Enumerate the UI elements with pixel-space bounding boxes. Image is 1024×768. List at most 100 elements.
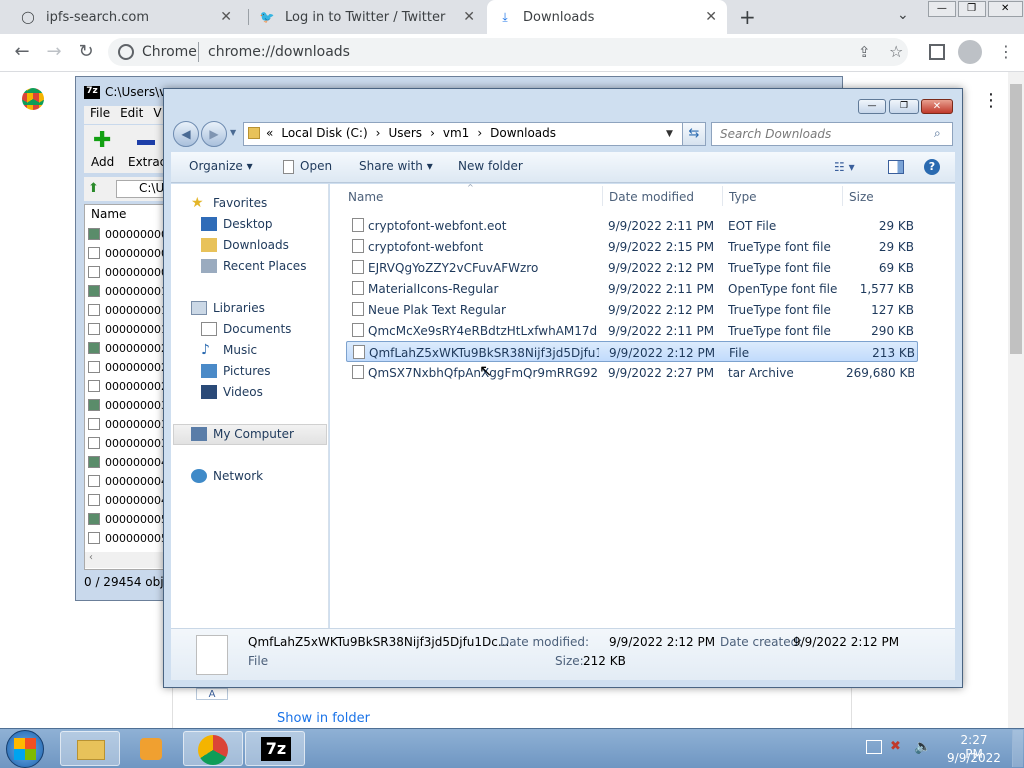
breadcrumb-separator[interactable]: › [477, 126, 482, 140]
volume-icon[interactable]: 🔈 [914, 739, 931, 755]
breadcrumb-users[interactable]: Users [388, 126, 422, 140]
7zip-row[interactable]: 000000002. [88, 380, 163, 398]
7zip-row[interactable]: 000000005. [88, 532, 163, 550]
close-icon[interactable]: ✕ [220, 9, 232, 25]
7zip-row[interactable]: 000000005. [88, 513, 163, 531]
downloads-menu-icon[interactable]: ⋮ [982, 90, 1000, 111]
file-row[interactable]: cryptofont-webfont 9/9/2022 2:15 PM TrueTy… [346, 236, 918, 257]
file-row[interactable]: QmSX7NxbhQfpAnXggFmQr9mRRG92... 9/9/2022 … [346, 362, 918, 383]
7zip-row[interactable]: 000000003. [88, 418, 163, 436]
action-center-icon[interactable] [866, 740, 882, 754]
tab-downloads[interactable]: ⤓ Downloads ✕ [487, 0, 727, 34]
breadcrumb-overflow[interactable]: « [266, 126, 273, 140]
menu-edit[interactable]: Edit [120, 106, 143, 124]
7zip-path-input[interactable]: C:\U [116, 180, 164, 198]
minimize-icon[interactable]: — [858, 99, 886, 114]
nav-documents[interactable]: Documents [201, 322, 291, 336]
tab-ipfs-search[interactable]: ◯ ipfs-search.com ✕ [10, 0, 242, 34]
show-in-folder-link[interactable]: Show in folder [277, 711, 370, 726]
recent-pages-chevron-icon[interactable]: ▼ [230, 128, 236, 137]
tab-twitter[interactable]: 🐦 Log in to Twitter / Twitter ✕ [249, 0, 485, 34]
share-with-button[interactable]: Share with ▾ [359, 159, 433, 173]
7zip-row[interactable]: 000000001. [88, 323, 163, 341]
7zip-row[interactable]: 000000003. [88, 437, 163, 455]
7zip-row[interactable]: 000000004. [88, 475, 163, 493]
file-row[interactable]: QmcMcXe9sRY4eRBdtzHtLxfwhAM17dht... 9/9/2… [346, 320, 918, 341]
nav-libraries[interactable]: Libraries [191, 301, 265, 315]
address-dropdown-icon[interactable]: ▼ [666, 129, 673, 139]
organize-button[interactable]: Organize ▾ [189, 159, 253, 173]
side-panel-icon[interactable] [929, 44, 945, 60]
new-folder-button[interactable]: New folder [458, 159, 523, 173]
folder-up-icon[interactable]: ⬆ [88, 181, 99, 196]
file-row[interactable]: MaterialIcons-Regular 9/9/2022 2:11 PM Ope… [346, 278, 918, 299]
show-desktop-button[interactable] [1012, 730, 1023, 767]
nav-desktop[interactable]: Desktop [201, 217, 273, 231]
7zip-col-name[interactable]: Name [91, 207, 126, 221]
nav-my-computer[interactable]: My Computer [191, 427, 294, 441]
column-header-date[interactable]: Date modified [609, 190, 694, 204]
column-header-name[interactable]: Name [348, 190, 383, 204]
7zip-row[interactable]: 000000002. [88, 361, 163, 379]
7zip-row[interactable]: 000000000. [88, 247, 163, 265]
close-icon[interactable]: ✕ [463, 9, 475, 25]
breadcrumb-separator[interactable]: › [376, 126, 381, 140]
omnibox-url[interactable]: chrome://downloads [208, 44, 350, 60]
forward-arrow-icon[interactable]: → [42, 40, 66, 64]
maximize-icon[interactable]: ❐ [889, 99, 919, 114]
restore-icon[interactable]: ❐ [957, 1, 986, 17]
7zip-row[interactable]: 000000002. [88, 342, 163, 360]
extract-button[interactable]: Extract [128, 155, 164, 169]
7zip-row[interactable]: 000000000. [88, 228, 163, 246]
file-row[interactable]: cryptofont-webfont.eot 9/9/2022 2:11 PM EO… [346, 215, 918, 236]
nav-recent-places[interactable]: Recent Places [201, 259, 306, 273]
nav-network[interactable]: Network [191, 469, 263, 483]
taskbar-explorer[interactable] [60, 731, 120, 766]
nav-pictures[interactable]: Pictures [201, 364, 271, 378]
nav-videos[interactable]: Videos [201, 385, 263, 399]
nav-music[interactable]: ♪ Music [201, 343, 257, 357]
close-icon[interactable]: ✕ [987, 1, 1023, 17]
back-arrow-icon[interactable]: ← [10, 40, 34, 64]
breadcrumb-vm1[interactable]: vm1 [443, 126, 469, 140]
taskbar-chrome[interactable] [183, 731, 243, 766]
clock-date[interactable]: 9/9/2022 [946, 751, 1002, 765]
file-row[interactable]: Neue Plak Text Regular 9/9/2022 2:12 PM Tr… [346, 299, 918, 320]
help-icon[interactable]: ? [924, 159, 940, 175]
column-header-type[interactable]: Type [729, 190, 757, 204]
taskbar-7zip[interactable]: 7z [245, 731, 305, 766]
breadcrumb-separator[interactable]: › [430, 126, 435, 140]
7zip-row[interactable]: 000000001. [88, 285, 163, 303]
refresh-icon[interactable]: ⇆ [682, 122, 706, 146]
7zip-row[interactable]: 000000000. [88, 266, 163, 284]
taskbar-media-player[interactable] [122, 731, 182, 766]
nav-downloads[interactable]: Downloads [201, 238, 289, 252]
7zip-row[interactable]: 000000004. [88, 494, 163, 512]
close-icon[interactable]: ✕ [705, 9, 717, 25]
minimize-icon[interactable]: — [928, 1, 956, 17]
add-button[interactable]: Add [91, 155, 114, 169]
search-icon[interactable]: ⌕ [934, 126, 941, 141]
share-icon[interactable]: ⇪ [858, 43, 871, 61]
back-arrow-icon[interactable]: ◀ [173, 121, 199, 147]
network-offline-icon[interactable]: ✖ [890, 739, 901, 754]
reload-icon[interactable]: ↻ [74, 40, 98, 64]
7zip-row[interactable]: 000000003. [88, 399, 163, 417]
view-options-icon[interactable]: ☷ ▾ [834, 160, 855, 174]
7zip-hscroll[interactable]: ‹ [85, 552, 164, 568]
close-icon[interactable]: ✕ [921, 99, 953, 114]
new-tab-icon[interactable]: + [739, 5, 756, 29]
breadcrumb-local-disk[interactable]: Local Disk (C:) [281, 126, 367, 140]
file-row[interactable]: EJRVQgYoZZY2vCFuvAFWzro 9/9/2022 2:12 PM T… [346, 257, 918, 278]
menu-view[interactable]: V [153, 106, 161, 124]
page-scrollbar-thumb[interactable] [1010, 84, 1022, 354]
nav-favorites[interactable]: ★ Favorites [191, 196, 267, 210]
breadcrumb-downloads[interactable]: Downloads [490, 126, 556, 140]
7zip-row[interactable]: 000000001. [88, 304, 163, 322]
profile-avatar[interactable] [958, 40, 982, 64]
menu-file[interactable]: File [90, 106, 110, 124]
forward-arrow-icon[interactable]: ▶ [201, 121, 227, 147]
preview-pane-icon[interactable] [888, 160, 904, 174]
7zip-row[interactable]: 000000004. [88, 456, 163, 474]
bookmark-star-icon[interactable]: ☆ [889, 42, 903, 61]
